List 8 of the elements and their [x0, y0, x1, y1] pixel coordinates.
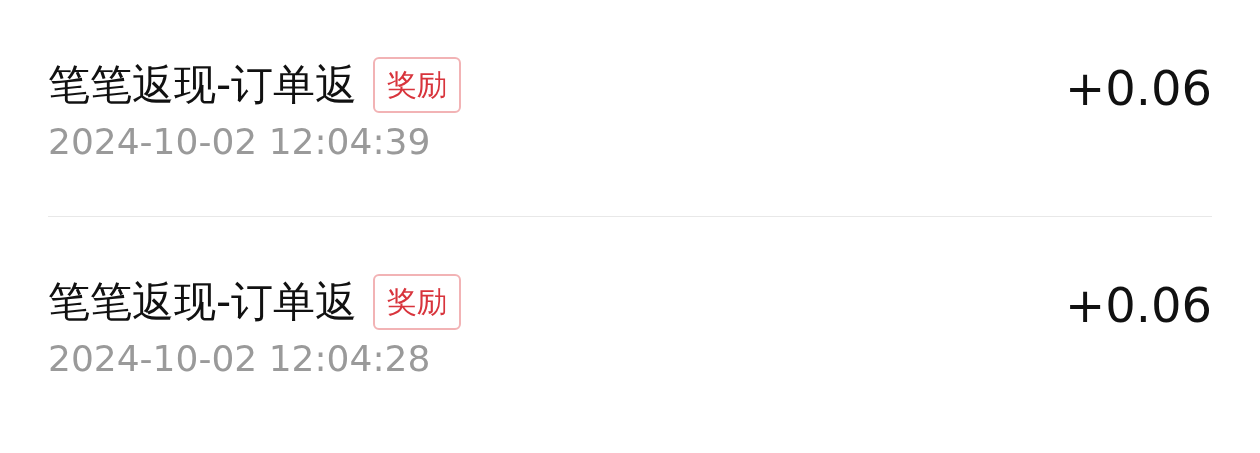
reward-tag: 奖励 [373, 274, 462, 330]
record-title: 笔笔返现-订单返 [48, 59, 358, 111]
amount: +0.06 [1064, 59, 1212, 118]
record-time: 2024-10-02 12:04:39 [48, 120, 432, 164]
amount: +0.06 [1064, 276, 1212, 335]
record-time: 2024-10-02 12:04:28 [48, 337, 432, 381]
reward-tag: 奖励 [373, 57, 462, 113]
record-title: 笔笔返现-订单返 [48, 276, 358, 328]
